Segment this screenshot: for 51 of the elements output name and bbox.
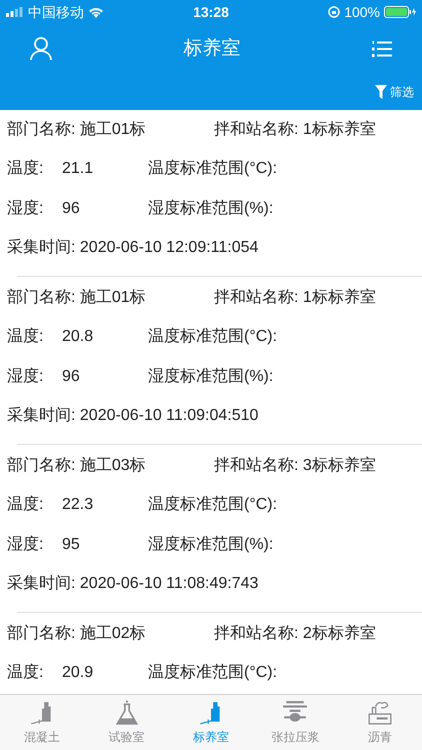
filter-button[interactable]: 筛选	[375, 83, 414, 101]
department-name: 部门名称: 施工02标	[7, 624, 147, 644]
station-name: 拌和站名称: 1标标养室	[214, 120, 376, 140]
humidity-value: 96	[62, 198, 81, 219]
battery-percent: 100%	[344, 2, 380, 22]
temperature-label: 温度:	[7, 158, 44, 180]
temperature-label: 温度:	[7, 326, 44, 348]
funnel-icon	[375, 85, 387, 99]
station-name: 拌和站名称: 3标标养室	[214, 456, 376, 476]
tab[interactable]: 试验室	[84, 695, 169, 750]
humidity-label: 湿度:	[7, 534, 44, 555]
temperature-range-label: 温度标准范围(°C):	[148, 662, 278, 684]
temperature-range-label: 温度标准范围(°C):	[148, 494, 278, 516]
signal-icon	[6, 7, 24, 17]
tab[interactable]: 标养室	[168, 695, 254, 750]
temperature-value: 20.9	[62, 663, 94, 684]
department-name: 部门名称: 施工01标	[7, 288, 147, 308]
factory-icon	[366, 700, 393, 726]
temperature-value: 20.8	[62, 327, 94, 348]
wifi-icon	[88, 6, 104, 18]
temperature-value: 22.3	[62, 495, 94, 516]
page-title: 标养室	[184, 36, 240, 61]
flask-icon	[114, 700, 140, 726]
tab[interactable]: 沥青	[338, 695, 422, 750]
temperature-range-label: 温度标准范围(°C):	[148, 326, 278, 348]
rotation-lock-icon	[328, 6, 340, 18]
collection-time: 采集时间: 2020-06-10 12:09:11:054	[7, 238, 258, 258]
humidity-range-label: 湿度标准范围(%):	[148, 534, 274, 555]
battery-icon	[384, 6, 416, 18]
tab[interactable]: 张拉压浆	[253, 695, 338, 750]
temperature-label: 温度:	[7, 662, 44, 684]
humidity-range-label: 湿度标准范围(%):	[148, 366, 274, 387]
humidity-value: 95	[62, 534, 81, 555]
humidity-value: 96	[62, 366, 81, 387]
station-name: 拌和站名称: 2标标养室	[214, 624, 376, 644]
numbered-list-icon[interactable]	[372, 41, 392, 57]
tab[interactable]: 混凝土	[0, 695, 84, 750]
collection-time: 采集时间: 2020-06-10 11:08:49:743	[7, 574, 258, 594]
humidity-label: 湿度:	[7, 198, 44, 219]
department-name: 部门名称: 施工01标	[7, 120, 147, 140]
temperature-label: 温度:	[7, 494, 44, 516]
humidity-label: 湿度:	[7, 366, 44, 387]
user-icon[interactable]	[30, 37, 52, 61]
station-name: 拌和站名称: 1标标养室	[214, 288, 376, 308]
department-name: 部门名称: 施工03标	[7, 456, 147, 476]
temperature-range-label: 温度标准范围(°C):	[148, 158, 278, 180]
temperature-value: 21.1	[62, 159, 94, 180]
status-time: 13:28	[193, 2, 229, 22]
carrier-name: 中国移动	[28, 2, 84, 22]
humidity-range-label: 湿度标准范围(%):	[148, 198, 274, 219]
collection-time: 采集时间: 2020-06-10 11:09:04:510	[7, 406, 258, 426]
